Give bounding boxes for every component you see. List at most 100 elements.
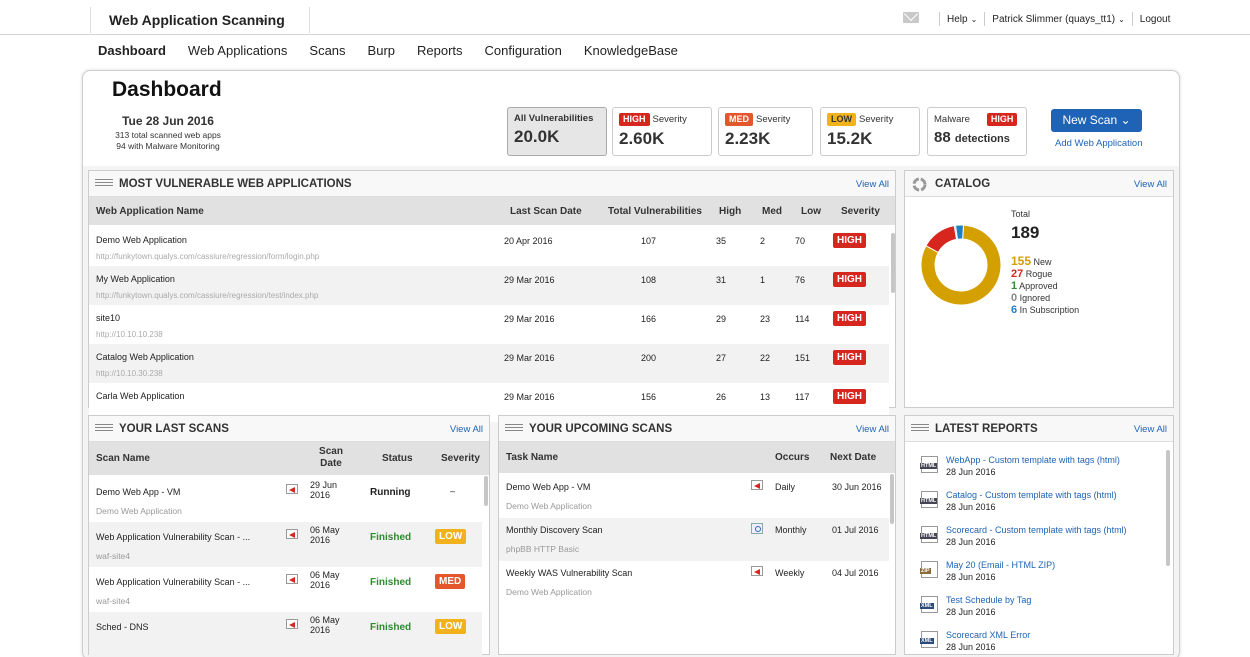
legend-item[interactable]: 155 New: [1011, 255, 1079, 268]
new-scan-button[interactable]: New Scan ⌄: [1051, 109, 1142, 132]
last-scan-date: 29 Mar 2016: [504, 275, 555, 285]
col-occurs[interactable]: Occurs: [775, 452, 809, 464]
scrollbar[interactable]: [484, 476, 488, 506]
view-all-link[interactable]: View All: [856, 424, 889, 435]
task-target: Demo Web Application: [506, 501, 592, 511]
report-name-link[interactable]: Test Schedule by Tag: [946, 595, 1031, 605]
col-high[interactable]: High: [719, 206, 741, 218]
html-file-icon: HTML: [920, 491, 938, 508]
add-web-application-link[interactable]: Add Web Application: [1055, 138, 1143, 149]
donut-slice-rogue[interactable]: [925, 224, 958, 254]
app-name[interactable]: Demo Web Application: [96, 235, 187, 245]
col-last-scan-date[interactable]: Last Scan Date: [510, 206, 582, 218]
legend-item[interactable]: 0 Ignored: [1011, 292, 1079, 304]
panel-header: YOUR UPCOMING SCANS View All: [499, 416, 895, 442]
report-date: 28 Jun 2016: [946, 537, 996, 547]
table-row[interactable]: Web Application Vulnerability Scan - ...…: [89, 522, 482, 567]
nav-configuration[interactable]: Configuration: [485, 43, 562, 58]
col-next-date[interactable]: Next Date: [830, 452, 876, 464]
view-all-link[interactable]: View All: [856, 179, 889, 190]
report-item[interactable]: HTML WebApp - Custom template with tags (…: [905, 451, 1155, 486]
high-badge: HIGH: [986, 113, 1018, 126]
scan-name[interactable]: Web Application Vulnerability Scan - ...: [96, 577, 250, 587]
report-name-link[interactable]: May 20 (Email - HTML ZIP): [946, 560, 1055, 570]
report-name-link[interactable]: Scorecard - Custom template with tags (h…: [946, 525, 1127, 535]
severity-badge: HIGH: [833, 311, 866, 326]
report-item[interactable]: XML Scorecard XML Error 28 Jun 2016: [905, 626, 1155, 657]
table-row[interactable]: Weekly WAS Vulnerability Scan Demo Web Ap…: [499, 561, 889, 604]
report-name-link[interactable]: Scorecard XML Error: [946, 630, 1030, 640]
report-name-link[interactable]: Catalog - Custom template with tags (htm…: [946, 490, 1117, 500]
table-row[interactable]: Web Application Vulnerability Scan - ...…: [89, 567, 482, 612]
view-all-link[interactable]: View All: [450, 424, 483, 435]
col-total-vulns[interactable]: Total Vulnerabilities: [608, 206, 702, 218]
view-all-link[interactable]: View All: [1134, 179, 1167, 190]
scan-name[interactable]: Demo Web App - VM: [96, 487, 180, 497]
col-scan-name[interactable]: Scan Name: [96, 453, 150, 465]
nav-burp[interactable]: Burp: [368, 43, 395, 58]
med-count: 2: [760, 236, 766, 246]
table-row[interactable]: Demo Web App - VM Demo Web Application Dai…: [499, 475, 889, 518]
app-name[interactable]: Catalog Web Application: [96, 352, 194, 362]
task-target: phpBB HTTP Basic: [506, 544, 580, 554]
scan-name[interactable]: Sched - DNS: [96, 622, 149, 632]
task-name[interactable]: Weekly WAS Vulnerability Scan: [506, 568, 632, 578]
report-item[interactable]: XML Test Schedule by Tag 28 Jun 2016: [905, 591, 1155, 626]
table-row[interactable]: Catalog Web Application http://10.10.30.2…: [89, 344, 889, 383]
nav-scans[interactable]: Scans: [309, 43, 345, 58]
donut-slice-in-subscription[interactable]: [954, 224, 965, 240]
logout-link[interactable]: Logout: [1140, 14, 1171, 25]
med-count: 23: [760, 314, 771, 324]
catalog-legend: 155 New 27 Rogue 1 Approved 0 Ignored 6 In S…: [1011, 255, 1079, 316]
stat-med-severity[interactable]: MED Severity 2.23K: [718, 107, 813, 156]
low-count: 151: [795, 353, 811, 363]
task-name[interactable]: Monthly Discovery Scan: [506, 525, 603, 535]
stat-low-severity[interactable]: LOW Severity 15.2K: [820, 107, 920, 156]
col-scan-date[interactable]: Scan Date: [316, 446, 346, 470]
nav-dashboard[interactable]: Dashboard: [98, 43, 166, 58]
stat-malware[interactable]: Malware HIGH 88 detections: [927, 107, 1027, 156]
table-row[interactable]: Demo Web Application http://funkytown.qua…: [89, 227, 889, 266]
scrollbar[interactable]: [891, 233, 895, 293]
legend-item[interactable]: 27 Rogue: [1011, 268, 1079, 280]
table-row[interactable]: Monthly Discovery Scan phpBB HTTP Basic Mo…: [499, 518, 889, 561]
nav-web-applications[interactable]: Web Applications: [188, 43, 288, 58]
task-name[interactable]: Demo Web App - VM: [506, 482, 590, 492]
report-item[interactable]: HTML Scorecard - Custom template with tag…: [905, 521, 1155, 556]
app-name[interactable]: Carla Web Application: [96, 391, 184, 401]
user-menu[interactable]: Patrick Slimmer (quays_tt1) ⌄: [992, 14, 1125, 25]
app-name[interactable]: site10: [96, 313, 120, 323]
mail-icon[interactable]: [903, 12, 919, 23]
table-row[interactable]: My Web Application http://funkytown.qualy…: [89, 266, 889, 305]
view-all-link[interactable]: View All: [1134, 424, 1167, 435]
col-low[interactable]: Low: [801, 206, 821, 218]
legend-item[interactable]: 6 In Subscription: [1011, 304, 1079, 316]
stat-all-vulnerabilities[interactable]: All Vulnerabilities 20.0K: [507, 107, 607, 156]
report-item[interactable]: HTML Catalog - Custom template with tags …: [905, 486, 1155, 521]
app-name[interactable]: My Web Application: [96, 274, 175, 284]
nav-reports[interactable]: Reports: [417, 43, 463, 58]
col-task-name[interactable]: Task Name: [506, 452, 558, 464]
table-row[interactable]: site10 http://10.10.10.238 29 Mar 2016 166 2…: [89, 305, 889, 344]
scrollbar[interactable]: [890, 474, 894, 524]
task-occurs: Weekly: [775, 568, 805, 578]
help-menu[interactable]: Help ⌄: [947, 14, 977, 25]
report-item[interactable]: ZIP May 20 (Email - HTML ZIP) 28 Jun 2016: [905, 556, 1155, 591]
app-switcher[interactable]: Web Application Scanning ⌄: [90, 7, 310, 33]
col-severity[interactable]: Severity: [441, 453, 480, 465]
scan-name[interactable]: Web Application Vulnerability Scan - ...: [96, 532, 250, 542]
report-name-link[interactable]: WebApp - Custom template with tags (html…: [946, 455, 1120, 465]
file-type-label: ZIP: [920, 568, 931, 574]
stat-high-severity[interactable]: HIGH Severity 2.60K: [612, 107, 712, 156]
scrollbar[interactable]: [1166, 450, 1170, 566]
col-med[interactable]: Med: [762, 206, 782, 218]
list-icon: [505, 424, 523, 435]
table-row[interactable]: Demo Web App - VM Demo Web Application 29 …: [89, 477, 482, 522]
col-status[interactable]: Status: [382, 453, 413, 465]
col-name[interactable]: Web Application Name: [96, 206, 204, 218]
table-row[interactable]: Sched - DNS 06 May 2016 Finished LOW: [89, 612, 482, 657]
legend-item[interactable]: 1 Approved: [1011, 280, 1079, 292]
panel-title: MOST VULNERABLE WEB APPLICATIONS: [119, 178, 352, 190]
nav-knowledgebase[interactable]: KnowledgeBase: [584, 43, 678, 58]
col-severity[interactable]: Severity: [841, 206, 880, 218]
